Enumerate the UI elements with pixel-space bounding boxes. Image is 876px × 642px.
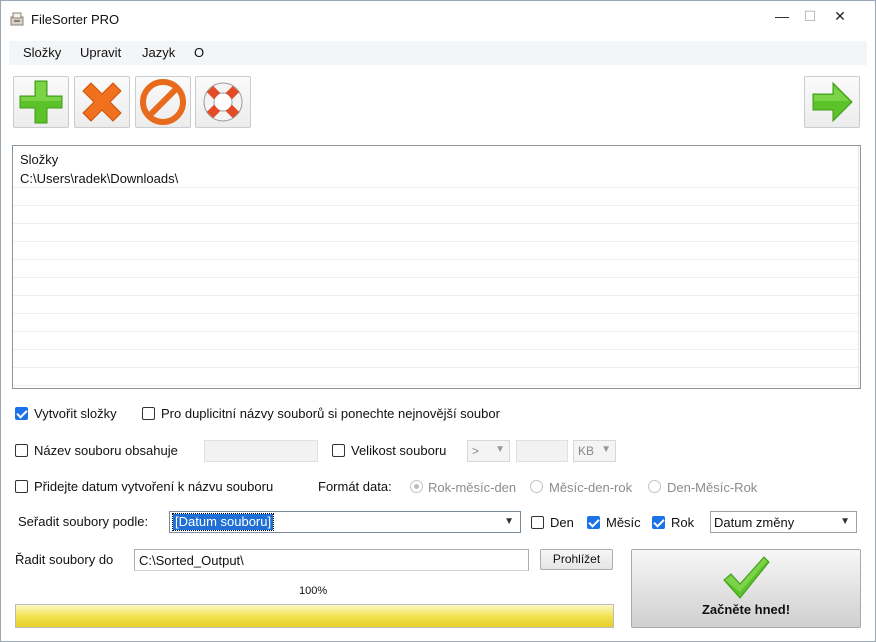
start-sorting-arrow-button[interactable] [804,76,860,128]
name-contains-checkbox[interactable] [15,444,28,457]
lifebuoy-icon [203,82,243,122]
add-folder-button[interactable] [13,76,69,128]
list-item-empty [13,188,858,206]
menu-upravit[interactable]: Upravit [80,45,121,60]
window-title: FileSorter PRO [31,12,120,27]
list-item-empty [13,350,858,368]
list-item-empty [13,260,858,278]
list-item[interactable]: C:\Users\radek\Downloads\ [13,170,858,188]
list-item-empty [13,206,858,224]
size-operator-value: > [472,444,480,458]
list-item-empty [13,224,858,242]
list-item-path: C:\Users\radek\Downloads\ [20,171,179,186]
remove-folder-button[interactable] [74,76,130,128]
year-label: Rok [671,515,695,530]
title-bar: FileSorter PRO — ☐ ✕ [1,1,875,39]
app-logo-icon [10,12,24,26]
size-operator-select[interactable]: > ▼ [467,440,510,462]
close-button[interactable]: ✕ [817,1,863,31]
day-checkbox[interactable] [531,516,544,529]
output-path-input[interactable]: C:\Sorted_Output\ [134,549,529,571]
list-item-empty [13,296,858,314]
date-format-mdy-radio[interactable] [530,480,543,493]
plus-icon [19,80,63,124]
date-format-ymd-label: Rok-měsíc-den [428,480,517,495]
size-unit-value: KB [578,444,595,458]
list-item-empty [13,314,858,332]
menu-slozky[interactable]: Složky [23,45,61,60]
sort-by-select[interactable]: [Datum souboru] ▼ [169,511,521,533]
help-button[interactable] [195,76,251,128]
date-format-dmy-radio[interactable] [648,480,661,493]
arrow-right-icon [812,81,853,123]
chevron-down-icon: ▼ [601,444,611,455]
no-entry-icon [140,79,186,125]
progress-percent: 100% [299,585,328,597]
date-type-select[interactable]: Datum změny ▼ [710,511,857,533]
progress-fill [16,605,613,627]
clear-list-button[interactable] [135,76,191,128]
keep-newest-checkbox[interactable] [142,407,155,420]
year-checkbox[interactable] [652,516,665,529]
name-contains-input[interactable] [204,440,318,462]
date-type-value: Datum změny [714,515,795,530]
date-format-mdy-label: Měsíc-den-rok [549,480,633,495]
keep-newest-label: Pro duplicitní názvy souborů si ponechte… [161,406,500,421]
x-icon [82,82,122,122]
size-unit-select[interactable]: KB ▼ [573,440,616,462]
browse-button[interactable]: Prohlížet [540,549,613,570]
file-size-checkbox[interactable] [332,444,345,457]
output-folder-label: Řadit soubory do [15,552,114,567]
sort-by-value: [Datum souboru] [171,513,275,531]
chevron-down-icon: ▼ [840,516,850,527]
add-date-label: Přidejte datum vytvoření k názvu souboru [34,479,274,494]
add-date-checkbox[interactable] [15,480,28,493]
size-value-input[interactable] [516,440,568,462]
folder-list[interactable]: Složky C:\Users\radek\Downloads\ [12,145,861,389]
column-divider [858,146,859,388]
checkmark-icon [723,556,770,599]
create-folders-checkbox[interactable] [15,407,28,420]
sort-by-label: Seřadit soubory podle: [18,514,149,529]
date-format-dmy-label: Den-Měsíc-Rok [667,480,758,495]
list-item-empty [13,242,858,260]
chevron-down-icon: ▼ [504,516,514,527]
date-format-label: Formát data: [318,479,392,494]
menu-o[interactable]: O [194,45,204,60]
menu-jazyk[interactable]: Jazyk [142,45,175,60]
create-folders-label: Vytvořit složky [34,406,117,421]
app-window: FileSorter PRO — ☐ ✕ Složky Upravit Jazy… [0,0,876,642]
list-item-empty [13,278,858,296]
start-now-button[interactable]: Začněte hned! [631,549,861,628]
list-header: Složky [20,152,59,167]
progress-bar [15,604,614,628]
name-contains-label: Název souboru obsahuje [34,443,178,458]
list-item-empty [13,332,858,350]
list-item-empty [13,368,858,386]
menu-bar: Složky Upravit Jazyk O [9,41,867,65]
file-size-label: Velikost souboru [351,443,447,458]
start-now-label: Začněte hned! [701,602,791,617]
month-label: Měsíc [606,515,641,530]
date-format-ymd-radio[interactable] [410,480,423,493]
day-label: Den [550,515,574,530]
chevron-down-icon: ▼ [495,444,505,455]
month-checkbox[interactable] [587,516,600,529]
output-path-value: C:\Sorted_Output\ [139,553,244,568]
